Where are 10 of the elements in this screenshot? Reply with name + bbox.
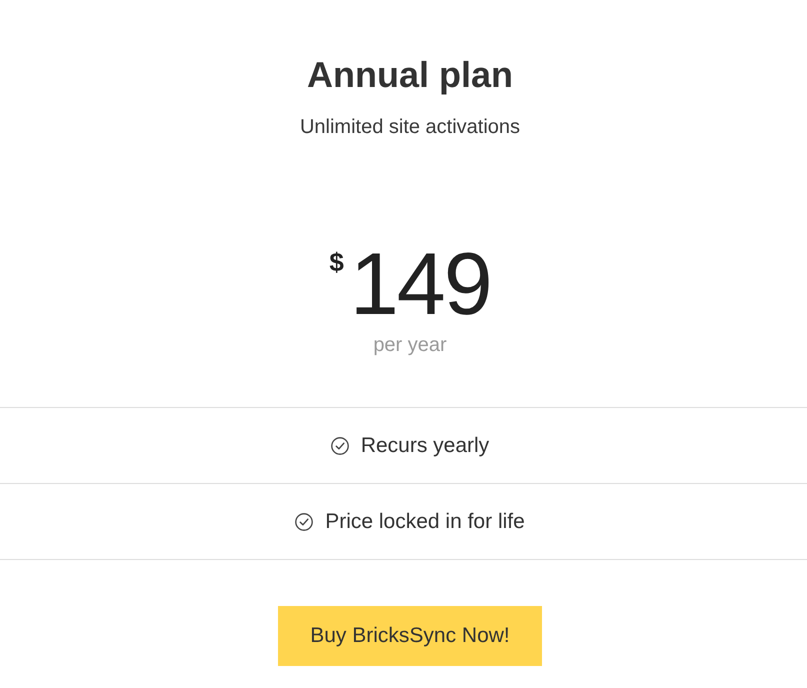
check-circle-icon <box>330 436 349 454</box>
feature-text: Price locked in for life <box>325 508 525 534</box>
feature-text: Recurs yearly <box>360 432 490 458</box>
billing-period: per year <box>373 333 447 358</box>
buy-now-button[interactable]: Buy BricksSync Now! <box>278 606 542 666</box>
currency-symbol: $ <box>329 249 344 275</box>
price-amount: 149 <box>350 240 491 328</box>
check-circle-icon <box>295 512 314 530</box>
plan-title: Annual plan <box>307 53 513 97</box>
plan-subtitle: Unlimited site activations <box>300 115 520 140</box>
